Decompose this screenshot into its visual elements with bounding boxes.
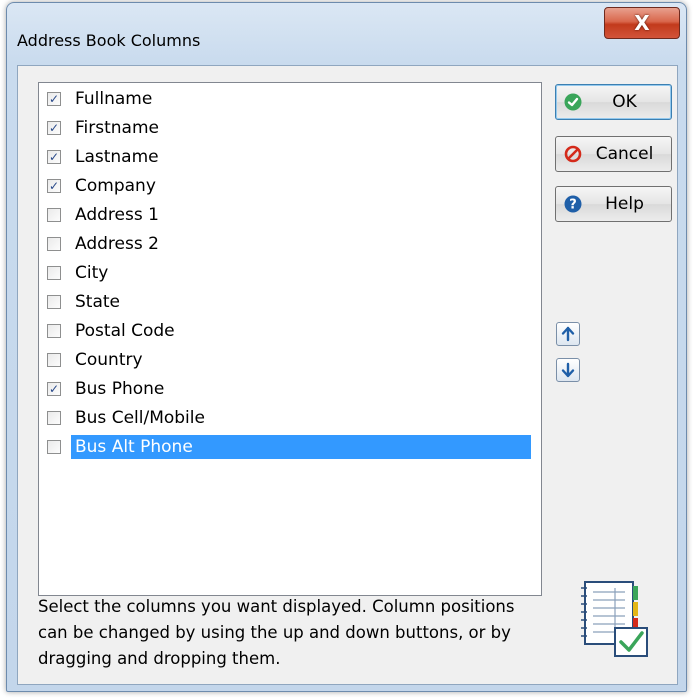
list-item-label: State [75,292,120,312]
close-button[interactable]: X [604,7,680,39]
checkbox[interactable]: ✓ [47,150,61,164]
list-item-label: Address 1 [75,205,159,225]
check-circle-icon [564,93,582,111]
list-item-state[interactable]: State [47,288,537,316]
ok-button[interactable]: OK [555,84,672,120]
list-item-bus-cell-mobile[interactable]: Bus Cell/Mobile [47,404,537,432]
list-item-label: Bus Alt Phone [71,435,531,459]
list-item-country[interactable]: Country [47,346,537,374]
checkbox[interactable]: ✓ [47,121,61,135]
question-circle-icon: ? [564,195,582,213]
checkbox[interactable] [47,324,61,338]
list-item-lastname[interactable]: ✓ Lastname [47,143,537,171]
checkbox[interactable] [47,266,61,280]
window-title: Address Book Columns [17,31,201,50]
list-item-address-1[interactable]: Address 1 [47,201,537,229]
list-item-city[interactable]: City [47,259,537,287]
instructions-text: Select the columns you want displayed. C… [38,597,515,668]
columns-listbox[interactable]: ✓ Fullname ✓ Firstname ✓ Lastname ✓ Comp… [38,82,542,596]
list-item-label: Company [75,176,156,196]
close-icon: X [634,11,650,35]
list-item-postal-code[interactable]: Postal Code [47,317,537,345]
checkbox[interactable] [47,237,61,251]
list-item-label: City [75,263,109,283]
list-item-label: Address 2 [75,234,159,254]
address-book-icon [573,578,653,668]
dialog-window: Address Book Columns X ✓ Fullname ✓ Firs… [6,2,687,692]
checkbox[interactable] [47,208,61,222]
list-item-firstname[interactable]: ✓ Firstname [47,114,537,142]
list-item-label: Firstname [75,118,159,138]
move-up-button[interactable] [556,322,580,346]
list-item-label: Bus Cell/Mobile [75,408,205,428]
checkbox[interactable] [47,440,61,454]
svg-text:?: ? [569,198,577,213]
cancel-button-label: Cancel [595,144,654,164]
checkbox[interactable]: ✓ [47,92,61,106]
list-item-address-2[interactable]: Address 2 [47,230,537,258]
checkbox[interactable]: ✓ [47,179,61,193]
list-item-bus-phone[interactable]: ✓ Bus Phone [47,375,537,403]
checkbox[interactable] [47,353,61,367]
list-item-label: Fullname [75,89,153,109]
list-item-label: Bus Phone [75,379,165,399]
dialog-client-area: ✓ Fullname ✓ Firstname ✓ Lastname ✓ Comp… [17,65,678,685]
help-button-label: Help [605,194,644,214]
arrow-down-icon [560,362,576,378]
arrow-up-icon [560,326,576,342]
checkbox[interactable]: ✓ [47,382,61,396]
list-item-label: Postal Code [75,321,175,341]
help-button[interactable]: ? Help [555,186,672,222]
checkbox[interactable] [47,295,61,309]
ok-button-label: OK [612,92,637,112]
title-bar[interactable] [7,3,686,33]
list-item-label: Country [75,350,143,370]
list-item-company[interactable]: ✓ Company [47,172,537,200]
move-down-button[interactable] [556,358,580,382]
cancel-button[interactable]: Cancel [555,136,672,172]
checkbox[interactable] [47,411,61,425]
list-item-label: Lastname [75,147,159,167]
list-item-bus-alt-phone[interactable]: Bus Alt Phone [47,433,537,461]
no-entry-icon [564,145,582,163]
list-item-fullname[interactable]: ✓ Fullname [47,85,537,113]
